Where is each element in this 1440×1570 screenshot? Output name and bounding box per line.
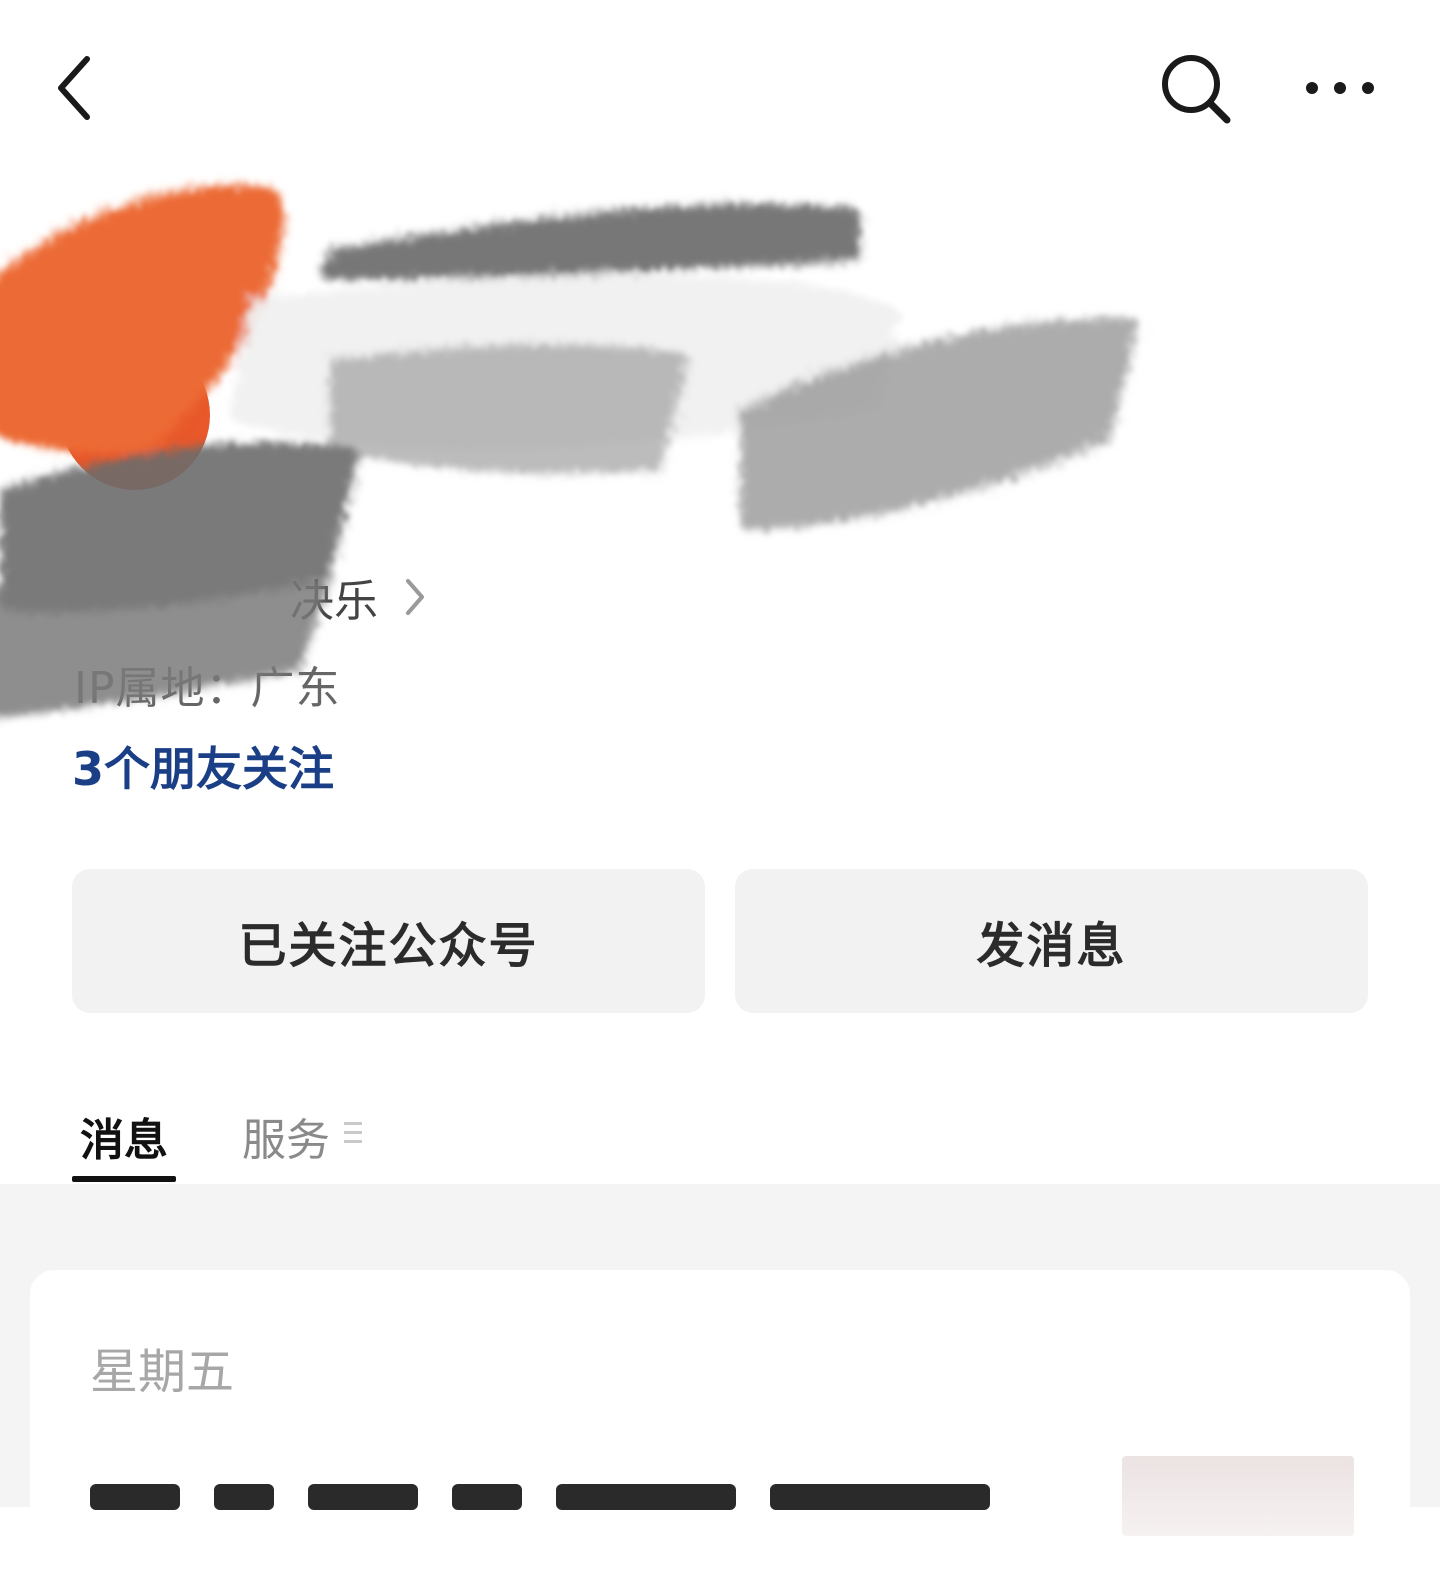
chevron-right-icon (404, 577, 426, 617)
more-button[interactable] (1290, 58, 1390, 118)
card-date: 星期五 (90, 1344, 235, 1400)
send-message-button[interactable]: 发消息 (735, 869, 1368, 1013)
action-buttons: 已关注公众号 发消息 (72, 869, 1368, 1013)
tab-messages[interactable]: 消息 (72, 1096, 176, 1182)
chevron-left-icon (58, 56, 90, 120)
tab-label: 服务 (242, 1115, 330, 1166)
friends-following-link[interactable]: 3个朋友关注 (72, 733, 334, 799)
followed-account-button[interactable]: 已关注公众号 (72, 869, 705, 1013)
profile-header: 决乐 (0, 150, 1440, 730)
message-feed: 星期五 (0, 1184, 1440, 1570)
more-horizontal-icon (1306, 82, 1374, 94)
ip-location: IP属地：广东 (74, 663, 341, 714)
search-button[interactable] (1150, 48, 1240, 128)
signature-text: 决乐 (290, 576, 378, 627)
profile-signature[interactable]: 决乐 (290, 565, 426, 629)
message-card[interactable]: 星期五 (30, 1270, 1410, 1570)
redaction-scribble (0, 185, 1140, 613)
card-title-cropped (90, 1484, 990, 1510)
tab-services[interactable]: 服务 (234, 1096, 370, 1182)
tab-label: 消息 (80, 1115, 168, 1166)
menu-icon (344, 1122, 362, 1143)
top-bar (0, 0, 1440, 170)
tab-bar: 消息 服务 (72, 1096, 428, 1186)
search-icon (1162, 55, 1231, 124)
back-button[interactable] (40, 48, 110, 128)
card-thumbnail (1122, 1456, 1354, 1536)
